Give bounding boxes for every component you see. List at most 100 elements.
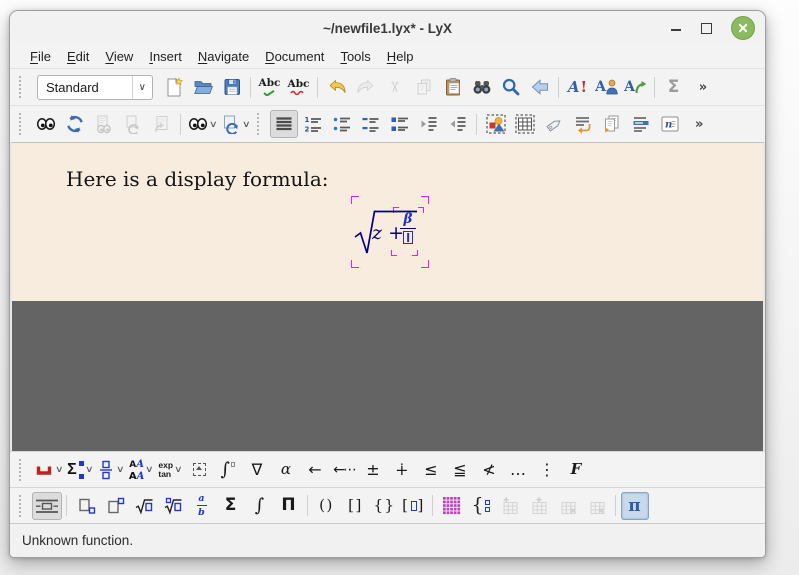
- math-ams-relations-button[interactable]: ≦: [446, 456, 474, 484]
- math-sum-button[interactable]: Σ: [217, 492, 245, 520]
- toolbar-overflow-button[interactable]: »: [685, 110, 713, 138]
- continuous-spellcheck-button[interactable]: Abc: [285, 73, 313, 101]
- menu-document[interactable]: Document: [257, 47, 332, 66]
- navigate-back-button[interactable]: [526, 73, 554, 101]
- view-document-button[interactable]: [32, 110, 60, 138]
- menu-insert[interactable]: Insert: [141, 47, 190, 66]
- insert-citation-button[interactable]: [598, 110, 626, 138]
- math-dots-button[interactable]: …: [504, 456, 532, 484]
- toolbar-grip[interactable]: [257, 113, 262, 135]
- maximize-icon[interactable]: [701, 23, 712, 34]
- update-other-formats-button[interactable]: ∨: [219, 110, 252, 138]
- view-other-formats-button[interactable]: ∨: [186, 110, 219, 138]
- update-master-button: [119, 110, 147, 138]
- toolbar-grip[interactable]: [19, 76, 24, 98]
- math-relations-button[interactable]: ≤: [417, 456, 445, 484]
- math-root-button[interactable]: [159, 492, 187, 520]
- math-operators-button[interactable]: ±: [359, 456, 387, 484]
- noun-button[interactable]: A: [593, 73, 621, 101]
- find-advanced-button[interactable]: [497, 73, 525, 101]
- menu-navigate[interactable]: Navigate: [190, 47, 257, 66]
- spellcheck-button[interactable]: Abc: [256, 73, 284, 101]
- insert-cross-reference-button[interactable]: [569, 110, 597, 138]
- apply-last-textstyle-button[interactable]: A: [622, 73, 650, 101]
- menu-edit[interactable]: Edit: [59, 47, 97, 66]
- insert-label-button[interactable]: [540, 110, 568, 138]
- menu-tools[interactable]: Tools: [332, 47, 378, 66]
- menu-file[interactable]: File: [22, 47, 59, 66]
- math-fraction-button[interactable]: ab: [188, 492, 216, 520]
- math-ams-letters-button[interactable]: F: [562, 456, 590, 484]
- math-cases-button[interactable]: {: [467, 492, 495, 520]
- undo-button[interactable]: [323, 73, 351, 101]
- insert-index-entry-button[interactable]: [627, 110, 655, 138]
- toolbar-separator: [250, 77, 251, 98]
- menu-view[interactable]: View: [97, 47, 141, 66]
- math-greek-letters-button[interactable]: α: [272, 456, 300, 484]
- selection-corner: [351, 196, 359, 204]
- math-dotted-arrows-button[interactable]: ←⋯: [330, 456, 358, 484]
- titlebar[interactable]: ~/newfile1.lyx* - LyX: [10, 11, 765, 45]
- paste-button[interactable]: [439, 73, 467, 101]
- find-replace-button[interactable]: [468, 73, 496, 101]
- math-superscript-button[interactable]: [101, 492, 129, 520]
- math-font-menu-button[interactable]: AAAA∨: [127, 456, 155, 484]
- svg-text:n: n: [665, 120, 672, 131]
- paragraph-text[interactable]: Here is a display formula:: [66, 167, 328, 191]
- math-integral-button[interactable]: ∫: [246, 492, 274, 520]
- math-vertical-dots-button[interactable]: ⋮: [533, 456, 561, 484]
- formula-inset[interactable]: z + β: [351, 196, 429, 268]
- bullet-list-button[interactable]: [328, 110, 356, 138]
- paragraph-justified-button[interactable]: [270, 110, 298, 138]
- math-product-button[interactable]: Π: [275, 492, 303, 520]
- math-toolbar-toggle-button[interactable]: π: [621, 492, 649, 520]
- numbered-list-button[interactable]: 12: [299, 110, 327, 138]
- math-space-button[interactable]: [185, 456, 213, 484]
- toolbar-grip[interactable]: [19, 495, 24, 517]
- combo-dropdown-icon[interactable]: ∨: [132, 76, 152, 99]
- math-function-menu-button[interactable]: exptan∨: [156, 456, 184, 484]
- math-matrix-button[interactable]: [438, 492, 466, 520]
- document-page[interactable]: Here is a display formula: z + β: [12, 143, 763, 301]
- description-list-button[interactable]: [357, 110, 385, 138]
- math-bigoperator-menu-button[interactable]: Σ∨: [65, 456, 94, 484]
- dropdown-chevron-icon: ∨: [145, 464, 154, 475]
- math-fraction-menu-button[interactable]: ∨: [95, 456, 126, 484]
- formula-numerator[interactable]: β: [404, 213, 413, 226]
- emphasis-button[interactable]: A!: [564, 73, 592, 101]
- math-delimiters-button[interactable]: []: [400, 492, 428, 520]
- empty-denominator-box[interactable]: [403, 231, 413, 244]
- minimize-icon[interactable]: [670, 22, 682, 34]
- insert-nomenclature-button[interactable]: n: [656, 110, 684, 138]
- labeling-list-button[interactable]: [386, 110, 414, 138]
- open-document-button[interactable]: [189, 73, 217, 101]
- math-braces-button[interactable]: {}: [371, 492, 399, 520]
- math-subscript-button[interactable]: [72, 492, 100, 520]
- new-document-button[interactable]: [160, 73, 188, 101]
- close-icon[interactable]: [731, 16, 755, 40]
- formula-fraction[interactable]: β: [398, 213, 418, 244]
- menu-help[interactable]: Help: [379, 47, 422, 66]
- toolbar-grip[interactable]: [19, 459, 24, 481]
- increase-depth-button[interactable]: [415, 110, 443, 138]
- math-decoration-menu-button[interactable]: ∨: [32, 456, 65, 484]
- toolbar-grip[interactable]: [19, 113, 24, 135]
- document-area[interactable]: Here is a display formula: z + β: [10, 142, 765, 451]
- toolbar-overflow-button[interactable]: »: [689, 73, 717, 101]
- insert-graphics-button[interactable]: [482, 110, 510, 138]
- math-arrows-button[interactable]: ←: [301, 456, 329, 484]
- math-display-toggle-button[interactable]: [32, 492, 62, 520]
- document-end-area[interactable]: [12, 301, 763, 451]
- paragraph-style-selector[interactable]: Standard ∨: [37, 75, 153, 100]
- decrease-depth-button[interactable]: [444, 110, 472, 138]
- save-document-button[interactable]: [218, 73, 246, 101]
- math-brackets-button[interactable]: []: [342, 492, 370, 520]
- math-parentheses-button[interactable]: (): [313, 492, 341, 520]
- math-custom-operators-button[interactable]: ∔: [388, 456, 416, 484]
- math-sqrt-button[interactable]: [130, 492, 158, 520]
- math-negated-relations-button[interactable]: ≮: [475, 456, 503, 484]
- insert-table-button[interactable]: [511, 110, 539, 138]
- math-integral-limits-button[interactable]: ∫: [214, 456, 242, 484]
- math-misc-symbols-button[interactable]: ∇: [243, 456, 271, 484]
- update-document-button[interactable]: [61, 110, 89, 138]
